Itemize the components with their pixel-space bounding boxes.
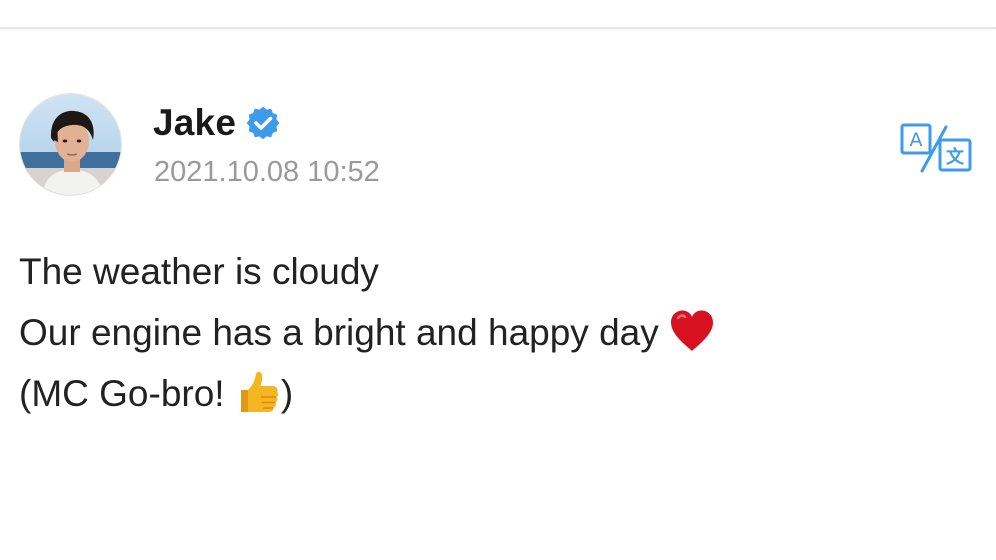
post-body: The weather is cloudy Our engine has a b…	[19, 241, 959, 424]
svg-text:文: 文	[946, 146, 965, 168]
translate-icon: A 文	[900, 123, 972, 173]
avatar[interactable]	[19, 93, 122, 196]
post-line-3: (MC Go-bro! )	[19, 363, 959, 424]
svg-text:A: A	[910, 129, 923, 151]
post-line-1: The weather is cloudy	[19, 251, 379, 292]
translate-button[interactable]: A 文	[900, 123, 974, 173]
red-heart-emoji-icon	[669, 309, 715, 353]
author-name[interactable]: Jake	[153, 101, 236, 145]
post-line-3-suffix: )	[280, 373, 294, 414]
avatar-photo	[20, 94, 121, 195]
post-timestamp: 2021.10.08 10:52	[154, 156, 380, 188]
post-line-2-text: Our engine has a bright and happy day	[19, 312, 659, 353]
post-line-2: Our engine has a bright and happy day	[19, 302, 959, 363]
post-line-3-prefix: (MC Go-bro!	[19, 373, 225, 414]
thumbs-up-emoji-icon	[235, 370, 281, 414]
author-row: Jake	[153, 101, 280, 145]
post-card: Jake 2021.10.08 10:52 A 文 The weather is…	[0, 29, 996, 560]
verified-badge-icon	[246, 106, 280, 140]
top-bar	[0, 0, 996, 29]
